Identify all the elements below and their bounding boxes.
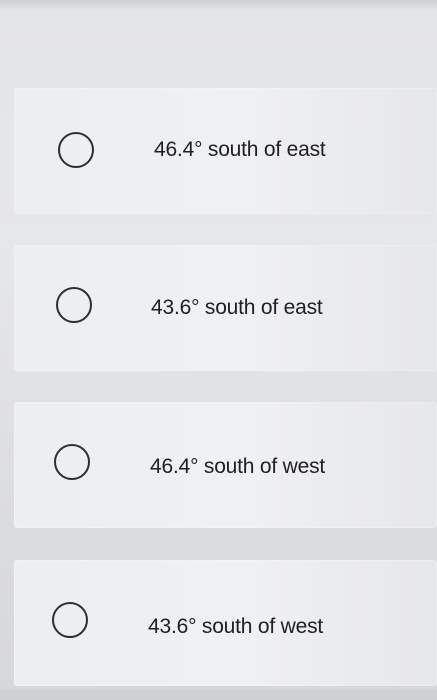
top-divider — [0, 0, 437, 10]
answer-option-1[interactable]: 46.4° south of east — [14, 88, 437, 214]
answer-option-2[interactable]: 43.6° south of east — [14, 245, 437, 371]
answer-option-label: 46.4° south of east — [154, 138, 326, 161]
radio-button-icon[interactable] — [58, 132, 94, 168]
answer-option-label: 46.4° south of west — [150, 455, 326, 478]
radio-button-icon[interactable] — [56, 287, 92, 323]
answer-option-3[interactable]: 46.4° south of west — [14, 402, 437, 528]
radio-button-icon[interactable] — [52, 602, 88, 638]
bottom-divider — [0, 690, 437, 700]
answer-option-label: 43.6° south of east — [151, 296, 323, 319]
answer-option-label: 43.6° south of west — [148, 615, 324, 638]
radio-button-icon[interactable] — [54, 444, 90, 480]
answer-option-4[interactable]: 43.6° south of west — [14, 560, 437, 686]
